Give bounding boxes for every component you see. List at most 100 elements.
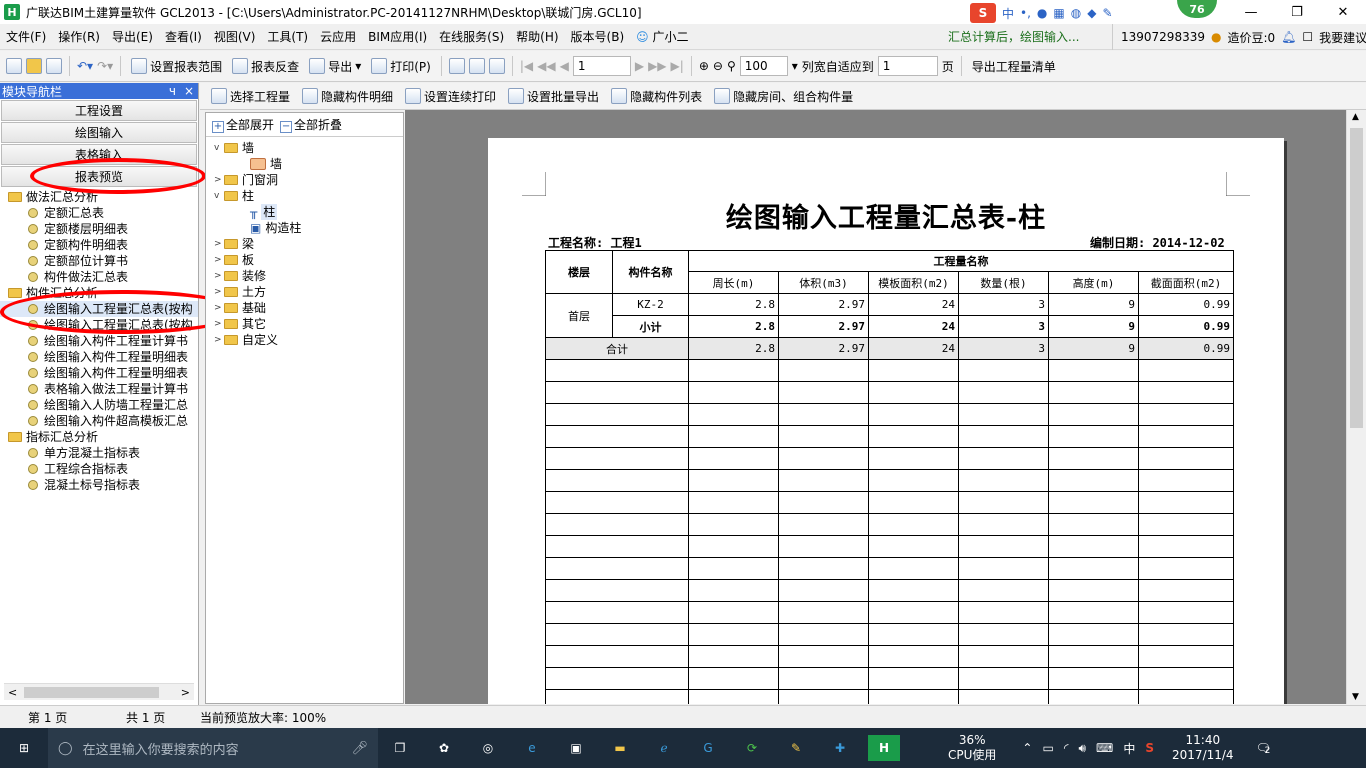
- menu-version[interactable]: 版本号(B): [565, 28, 631, 45]
- task-view-icon[interactable]: ❐: [384, 735, 416, 761]
- pin-icon[interactable]: ч: [169, 84, 176, 98]
- continuous-print-button[interactable]: 设置连续打印: [402, 86, 499, 107]
- expand-all-button[interactable]: + 全部展开: [212, 116, 274, 133]
- edge-icon[interactable]: e: [516, 735, 548, 761]
- new-file-icon[interactable]: [6, 58, 22, 74]
- tree-leaf-selected[interactable]: ╥ 柱: [206, 204, 403, 220]
- close-icon[interactable]: ×: [184, 84, 194, 98]
- tree-item[interactable]: 绘图输入构件工程量明细表: [0, 365, 198, 381]
- zoom-in-icon[interactable]: ⊕: [699, 59, 709, 73]
- tree-item[interactable]: 定额部位计算书: [0, 253, 198, 269]
- refresh-app-icon[interactable]: ⟳: [736, 735, 768, 761]
- notepad-app-icon[interactable]: ✎: [780, 735, 812, 761]
- volume-icon[interactable]: 🔊︎: [1078, 741, 1086, 756]
- zoom-dropdown-icon[interactable]: ▾: [792, 59, 798, 73]
- menu-bim[interactable]: BIM应用(I): [362, 28, 433, 45]
- tree-node-other[interactable]: > 其它: [206, 316, 403, 332]
- scroll-thumb[interactable]: [24, 687, 159, 698]
- tree-item[interactable]: 混凝土标号指标表: [0, 477, 198, 493]
- gcl-app-icon[interactable]: H: [868, 735, 900, 761]
- menu-assistant[interactable]: ☺ 广小二: [630, 28, 694, 45]
- tree-node-beam[interactable]: > 梁: [206, 236, 403, 252]
- ime-toolbar[interactable]: S 中 •, ● ▦ ◍ ◆ ✎: [970, 3, 1113, 23]
- zoom-select[interactable]: 100: [739, 56, 788, 76]
- collapse-all-button[interactable]: − 全部折叠: [280, 116, 342, 133]
- glodon-app-icon[interactable]: G: [692, 735, 724, 761]
- fit-width-input[interactable]: 1: [877, 56, 938, 76]
- keyboard-icon[interactable]: ▦: [1053, 6, 1064, 20]
- store-icon[interactable]: ▣: [560, 735, 592, 761]
- nav-project-settings[interactable]: 工程设置: [1, 100, 197, 121]
- two-page-icon[interactable]: [468, 58, 485, 74]
- phone-number[interactable]: 13907298339: [1121, 30, 1205, 44]
- coins-label[interactable]: 造价豆:0: [1227, 29, 1275, 46]
- network-icon[interactable]: ◜: [1064, 741, 1069, 755]
- print-button[interactable]: 打印(P): [368, 56, 434, 77]
- ime-lang-label[interactable]: 中: [1002, 5, 1014, 22]
- tree-item[interactable]: 定额楼层明细表: [0, 221, 198, 237]
- close-button[interactable]: ✕: [1320, 0, 1366, 24]
- taskbar-search[interactable]: ◯ 在这里输入你要搜索的内容 🎤︎: [48, 728, 378, 768]
- tree-item[interactable]: 绘图输入构件工程量明细表: [0, 349, 198, 365]
- restore-button[interactable]: ❐: [1274, 0, 1320, 24]
- keyboard-icon[interactable]: ⌨: [1096, 741, 1113, 755]
- tree-item[interactable]: 单方混凝土指标表: [0, 445, 198, 461]
- page-input[interactable]: 1: [572, 56, 631, 76]
- scroll-right-icon[interactable]: >: [181, 686, 190, 699]
- mic-icon[interactable]: ●: [1037, 6, 1047, 20]
- tree-group[interactable]: 指标汇总分析: [0, 429, 198, 445]
- save-icon[interactable]: [46, 58, 62, 74]
- tree-node-wall[interactable]: v墙: [206, 140, 403, 156]
- tree-item[interactable]: 绘图输入人防墙工程量汇总: [0, 397, 198, 413]
- tree-node-finish[interactable]: > 装修: [206, 268, 403, 284]
- scroll-thumb[interactable]: [1350, 128, 1363, 428]
- minimize-button[interactable]: —: [1228, 0, 1274, 24]
- export-bill-button[interactable]: 导出工程量清单: [969, 56, 1059, 77]
- sogou-icon[interactable]: S: [970, 3, 996, 23]
- single-page-icon[interactable]: [448, 58, 465, 74]
- scroll-left-icon[interactable]: <: [8, 686, 17, 699]
- undo-icon[interactable]: ↶▾: [77, 59, 93, 73]
- tree-leaf[interactable]: 墙: [206, 156, 403, 172]
- open-folder-icon[interactable]: [26, 58, 42, 74]
- hide-detail-button[interactable]: 隐藏构件明细: [299, 86, 396, 107]
- spiral-app-icon[interactable]: ◎: [472, 735, 504, 761]
- tree-node-foundation[interactable]: > 基础: [206, 300, 403, 316]
- ie-icon[interactable]: ℯ: [648, 735, 680, 761]
- select-quantity-button[interactable]: 选择工程量: [208, 86, 293, 107]
- redo-icon[interactable]: ↷▾: [97, 59, 113, 73]
- first-page-icon[interactable]: |◀: [520, 59, 533, 73]
- tree-leaf[interactable]: ▣ 构造柱: [206, 220, 403, 236]
- preview-vertical-scrollbar[interactable]: ▲ ▼: [1346, 110, 1366, 704]
- tools-icon[interactable]: ✎: [1102, 6, 1112, 20]
- skin-icon[interactable]: ◆: [1087, 6, 1096, 20]
- menu-online[interactable]: 在线服务(S): [433, 28, 510, 45]
- plus-app-icon[interactable]: ✚: [824, 735, 856, 761]
- batch-export-button[interactable]: 设置批量导出: [505, 86, 602, 107]
- ime-punct-icon[interactable]: •,: [1020, 6, 1031, 20]
- tray-chevron-icon[interactable]: ⌃: [1022, 741, 1032, 755]
- menu-operate[interactable]: 操作(R): [52, 28, 106, 45]
- tree-item[interactable]: 定额汇总表: [0, 205, 198, 221]
- zoom-out-icon[interactable]: ⊖: [713, 59, 723, 73]
- tree-node-earthwork[interactable]: > 土方: [206, 284, 403, 300]
- cpu-widget[interactable]: 36% CPU使用: [948, 733, 996, 763]
- tree-node-openings[interactable]: > 门窗洞: [206, 172, 403, 188]
- bell-icon[interactable]: 🔔︎: [1281, 30, 1296, 44]
- tree-node-column[interactable]: v柱: [206, 188, 403, 204]
- menu-tools[interactable]: 工具(T): [261, 28, 314, 45]
- hide-room-button[interactable]: 隐藏房间、组合构件量: [711, 86, 856, 107]
- windows-start-icon[interactable]: ⊞: [0, 735, 48, 761]
- report-preview-area[interactable]: 绘图输入工程量汇总表-柱 工程名称: 工程1 编制日期: 2014-12-02 …: [405, 110, 1346, 704]
- prev-page-icon[interactable]: ◀: [560, 59, 569, 73]
- menu-export[interactable]: 导出(E): [106, 28, 159, 45]
- tree-item[interactable]: 工程综合指标表: [0, 461, 198, 477]
- scroll-up-icon[interactable]: ▲: [1352, 112, 1359, 122]
- file-explorer-icon[interactable]: ▬: [604, 735, 636, 761]
- export-button[interactable]: 导出 ▾: [306, 56, 364, 77]
- set-range-button[interactable]: 设置报表范围: [128, 56, 225, 77]
- menu-query[interactable]: 查看(I): [159, 28, 208, 45]
- action-center-icon[interactable]: 🗨︎ 2: [1256, 741, 1271, 756]
- notice-text[interactable]: 汇总计算后，绘图输入...: [948, 28, 1079, 45]
- report-check-button[interactable]: 报表反查: [229, 56, 302, 77]
